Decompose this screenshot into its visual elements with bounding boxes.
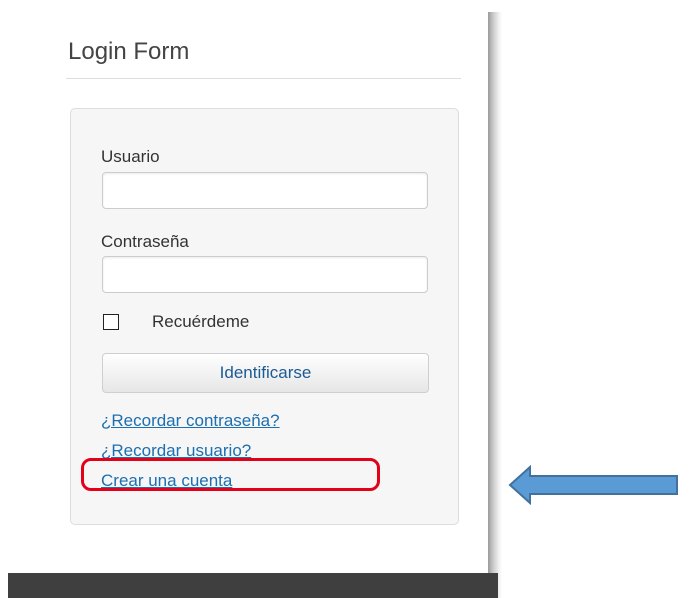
content-panel: Login Form Usuario Contraseña Recuérdeme…: [0, 0, 490, 598]
login-submit-button[interactable]: Identificarse: [102, 353, 429, 393]
panel-edge-shadow: [488, 12, 502, 598]
left-arrow-shape: [508, 465, 678, 505]
title-divider: [66, 78, 461, 79]
username-input[interactable]: [102, 172, 428, 209]
screenshot-stage: Login Form Usuario Contraseña Recuérdeme…: [0, 0, 692, 598]
left-arrow-icon: [508, 465, 678, 505]
forgot-password-link[interactable]: ¿Recordar contraseña?: [101, 411, 280, 431]
module-title: Login Form: [68, 38, 190, 65]
highlight-rectangle: [81, 458, 380, 491]
password-input[interactable]: [102, 256, 428, 293]
remember-me-label[interactable]: Recuérdeme: [152, 312, 249, 332]
remember-me-checkbox[interactable]: [103, 314, 119, 330]
footer-bar: [8, 573, 498, 598]
password-label: Contraseña: [101, 232, 189, 251]
username-label: Usuario: [101, 147, 160, 166]
